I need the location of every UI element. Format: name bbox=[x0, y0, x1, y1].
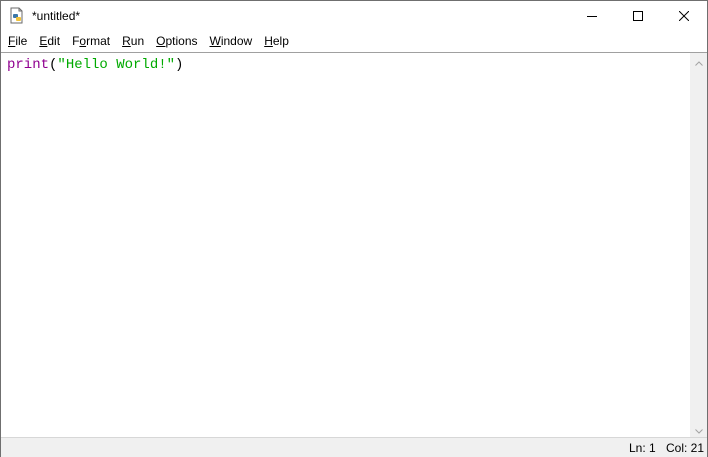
menu-edit[interactable]: Edit bbox=[33, 31, 66, 51]
chevron-up-icon bbox=[694, 53, 703, 71]
status-line-number: Ln: 1 bbox=[629, 441, 656, 455]
minimize-button[interactable] bbox=[569, 1, 615, 31]
code-builtin-token: print bbox=[7, 57, 50, 73]
chevron-down-icon bbox=[694, 421, 703, 439]
scroll-up-button[interactable] bbox=[690, 53, 707, 70]
menu-window[interactable]: Window bbox=[204, 31, 259, 51]
menu-run[interactable]: Run bbox=[116, 31, 150, 51]
menu-file[interactable]: File bbox=[1, 31, 33, 51]
menu-format[interactable]: Format bbox=[66, 31, 116, 51]
code-close-paren: ) bbox=[175, 57, 184, 73]
code-string-token: "Hello World!" bbox=[57, 57, 176, 73]
code-editor[interactable]: print("Hello World!") bbox=[1, 52, 690, 438]
title-bar[interactable]: *untitled* bbox=[1, 1, 707, 31]
code-line: print("Hello World!") bbox=[7, 57, 183, 73]
menu-help[interactable]: Help bbox=[258, 31, 295, 51]
menu-bar: File Edit Format Run Options Window Help bbox=[1, 31, 707, 51]
window-title: *untitled* bbox=[32, 9, 81, 23]
idle-editor-window: *untitled* File Edit Format Run Options bbox=[0, 0, 708, 457]
python-idle-icon bbox=[9, 7, 25, 24]
scroll-down-button[interactable] bbox=[690, 421, 707, 438]
maximize-icon bbox=[633, 11, 643, 21]
menu-options[interactable]: Options bbox=[150, 31, 203, 51]
maximize-button[interactable] bbox=[615, 1, 661, 31]
close-button[interactable] bbox=[661, 1, 707, 31]
minimize-icon bbox=[587, 11, 597, 21]
status-bar: Ln: 1 Col: 21 bbox=[1, 437, 707, 457]
close-icon bbox=[679, 11, 689, 21]
vertical-scrollbar[interactable] bbox=[690, 52, 707, 438]
status-column-number: Col: 21 bbox=[666, 441, 705, 455]
